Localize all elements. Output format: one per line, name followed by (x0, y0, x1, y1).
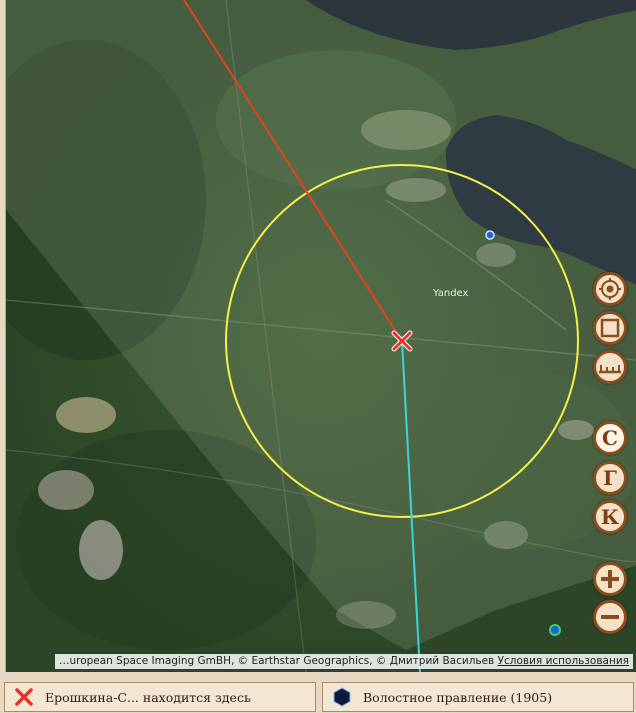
map-attribution: …uropean Space Imaging GmBH, © Earthstar… (54, 654, 633, 669)
zoom-out-button[interactable] (593, 600, 627, 634)
map-viewport[interactable]: Yandex С Г К …uropean Space Imaging GmBH… (5, 0, 636, 672)
legend-item-volost-board[interactable]: Волостное правление (1905) (322, 682, 634, 712)
zoom-in-button[interactable] (593, 562, 627, 596)
layer-s-button[interactable]: С (593, 421, 627, 455)
satellite-imagery (6, 0, 636, 672)
legend-item-current-location[interactable]: Ерошкина-С... находится здесь (4, 682, 316, 712)
layer-g-button[interactable]: Г (593, 461, 627, 495)
red-x-icon (13, 686, 35, 708)
location-dot-south (549, 624, 561, 636)
legend-left-label: Ерошкина-С... находится здесь (45, 689, 251, 705)
locate-button[interactable] (593, 272, 627, 306)
attribution-text: …uropean Space Imaging GmBH, © Earthstar… (58, 655, 495, 667)
plus-icon (601, 570, 619, 588)
frame-button[interactable] (593, 311, 627, 345)
map-watermark: Yandex (433, 288, 469, 299)
square-frame-icon (600, 318, 620, 338)
legend-bar: Ерошкина-С... находится здесь Волостное … (0, 679, 636, 713)
ruler-icon (599, 365, 621, 374)
terms-link[interactable]: Условия использования (498, 655, 629, 667)
location-dot-lake (485, 230, 495, 240)
hexagon-icon (331, 686, 353, 708)
ruler-button[interactable] (593, 350, 627, 384)
minus-icon (601, 615, 619, 619)
layer-k-button[interactable]: К (593, 500, 627, 534)
crosshair-target-icon (599, 278, 621, 300)
legend-right-label: Волостное правление (1905) (363, 689, 553, 705)
